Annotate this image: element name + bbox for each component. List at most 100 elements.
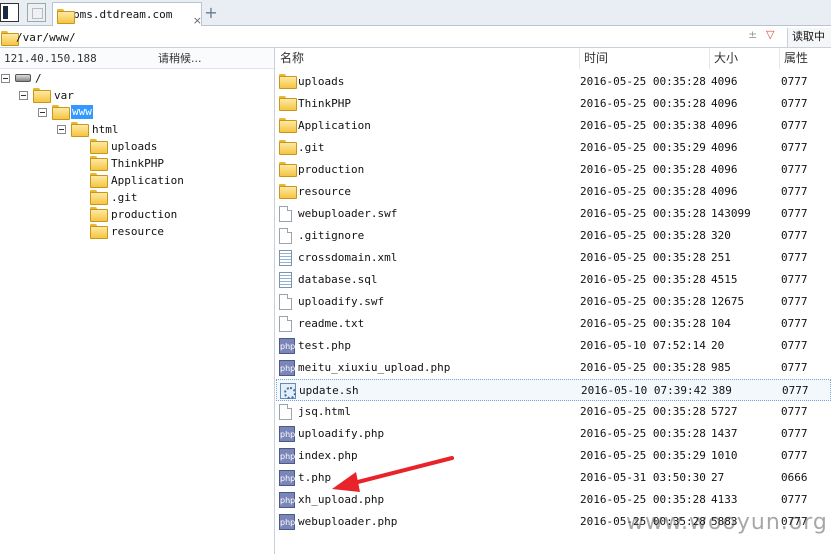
file-icon	[279, 206, 292, 222]
path-input[interactable]	[16, 29, 716, 46]
file-row[interactable]: Application 2016-05-25 00:35:38 4096 0777	[276, 115, 831, 137]
column-header-time[interactable]: 时间	[580, 48, 710, 69]
file-attr: 0777	[781, 185, 808, 198]
file-attr: 0777	[781, 427, 808, 440]
path-bar: ± ▽ 读取中	[0, 27, 831, 48]
column-header-name[interactable]: 名称	[276, 48, 580, 69]
tree-node-var[interactable]: var	[0, 87, 120, 104]
file-name: readme.txt	[298, 317, 365, 330]
file-time: 2016-05-10 07:39:42	[581, 384, 707, 397]
file-time: 2016-05-25 00:35:28	[580, 405, 706, 418]
folder-icon	[279, 162, 297, 177]
file-row[interactable]: .gitignore 2016-05-25 00:35:28 320 0777	[276, 225, 831, 247]
file-time: 2016-05-25 00:35:28	[580, 493, 706, 506]
file-row[interactable]: update.sh 2016-05-10 07:39:42 389 0777	[276, 379, 831, 401]
tree-node-git[interactable]: .git	[0, 189, 200, 206]
read-button[interactable]: 读取中	[787, 28, 831, 47]
file-row[interactable]: production 2016-05-25 00:35:28 4096 0777	[276, 159, 831, 181]
file-time: 2016-05-25 00:35:28	[580, 295, 706, 308]
collapse-toggle-icon[interactable]	[38, 108, 47, 117]
file-name: crossdomain.xml	[298, 251, 398, 264]
file-row[interactable]: uploadify.swf 2016-05-25 00:35:28 12675 077…	[276, 291, 831, 313]
file-time: 2016-05-25 00:35:28	[580, 273, 706, 286]
file-name: production	[298, 163, 365, 176]
open-folder-icon	[52, 105, 70, 120]
file-size: 1010	[711, 449, 738, 462]
tree-node-label: var	[54, 89, 74, 102]
column-header-size[interactable]: 大小	[710, 48, 780, 69]
tree-node-application[interactable]: Application	[0, 172, 200, 189]
collapse-toggle-icon[interactable]	[19, 91, 28, 100]
file-name: update.sh	[299, 384, 359, 397]
file-time: 2016-05-31 03:50:30	[580, 471, 706, 484]
loading-status: 请稍候...	[158, 52, 202, 65]
tree-node-resource[interactable]: resource	[0, 223, 200, 240]
file-row[interactable]: ThinkPHP 2016-05-25 00:35:28 4096 0777	[276, 93, 831, 115]
collapse-toggle-icon[interactable]	[1, 74, 10, 83]
folder-icon	[33, 88, 51, 103]
php-icon: php	[279, 470, 295, 486]
file-row[interactable]: uploads 2016-05-25 00:35:28 4096 0777	[276, 71, 831, 93]
file-attr: 0777	[781, 273, 808, 286]
file-attr: 0777	[782, 384, 809, 397]
tree-node-label-selected: www	[71, 105, 93, 119]
tree-node-root[interactable]: /	[0, 70, 120, 87]
tree-node-label: Application	[111, 174, 184, 187]
open-folder-icon	[71, 122, 89, 137]
tree-node-label: resource	[111, 225, 164, 238]
file-row[interactable]: database.sql 2016-05-25 00:35:28 4515 0777	[276, 269, 831, 291]
file-name: .git	[298, 141, 325, 154]
file-row[interactable]: php meitu_xiuxiu_upload.php 2016-05-25 00:…	[276, 357, 831, 379]
gear-icon	[280, 383, 296, 399]
tree-node-production[interactable]: production	[0, 206, 200, 223]
plus-minus-icon[interactable]: ±	[748, 28, 757, 41]
file-size: 20	[711, 339, 725, 352]
tree-node-uploads[interactable]: uploads	[0, 138, 200, 155]
tab-bar: pms.dtdream.com × +	[0, 0, 831, 27]
tree-node-html[interactable]: html	[0, 121, 140, 138]
file-attr: 0777	[781, 295, 808, 308]
tree-node-thinkphp[interactable]: ThinkPHP	[0, 155, 200, 172]
file-attr: 0777	[781, 449, 808, 462]
tree-node-label: html	[92, 123, 119, 136]
file-row[interactable]: php uploadify.php 2016-05-25 00:35:28 1437 0…	[276, 423, 831, 445]
file-row[interactable]: readme.txt 2016-05-25 00:35:28 104 0777	[276, 313, 831, 335]
file-name: meitu_xiuxiu_upload.php	[298, 361, 451, 374]
file-time: 2016-05-10 07:52:14	[580, 339, 706, 352]
panel-toggle-button[interactable]	[0, 3, 19, 22]
file-size: 4096	[711, 75, 738, 88]
column-header-attr[interactable]: 属性	[780, 48, 831, 69]
php-icon: php	[279, 426, 295, 442]
blank-tab-button[interactable]	[27, 3, 46, 22]
watermark: www.wooyun.org	[626, 510, 828, 535]
php-icon: php	[279, 514, 295, 530]
collapse-toggle-icon[interactable]	[57, 125, 66, 134]
file-name: ThinkPHP	[298, 97, 351, 110]
file-size: 27	[711, 471, 725, 484]
file-time: 2016-05-25 00:35:28	[580, 207, 706, 220]
file-row[interactable]: jsq.html 2016-05-25 00:35:28 5727 0777	[276, 401, 831, 423]
file-row[interactable]: resource 2016-05-25 00:35:28 4096 0777	[276, 181, 831, 203]
file-row[interactable]: .git 2016-05-25 00:35:29 4096 0777	[276, 137, 831, 159]
file-name: database.sql	[298, 273, 378, 286]
chevron-down-icon[interactable]: ▽	[766, 28, 774, 41]
file-attr: 0777	[781, 251, 808, 264]
folder-icon	[90, 207, 108, 222]
file-size: 1437	[711, 427, 738, 440]
file-attr: 0777	[781, 163, 808, 176]
file-size: 4515	[711, 273, 738, 286]
file-row[interactable]: crossdomain.xml 2016-05-25 00:35:28 251 077…	[276, 247, 831, 269]
file-icon	[279, 228, 292, 244]
text-file-icon	[279, 250, 292, 266]
file-size: 4096	[711, 97, 738, 110]
folder-icon	[279, 96, 297, 111]
file-size: 4133	[711, 493, 738, 506]
add-tab-button[interactable]: +	[204, 3, 218, 22]
file-icon	[279, 294, 292, 310]
file-name: .gitignore	[298, 229, 365, 242]
file-row[interactable]: php test.php 2016-05-10 07:52:14 20 0777	[276, 335, 831, 357]
tab-pms-dtdream[interactable]: pms.dtdream.com ×	[52, 2, 202, 27]
tree-node-www[interactable]: www	[0, 104, 120, 121]
folder-icon	[90, 173, 108, 188]
file-row[interactable]: webuploader.swf 2016-05-25 00:35:28 143099…	[276, 203, 831, 225]
